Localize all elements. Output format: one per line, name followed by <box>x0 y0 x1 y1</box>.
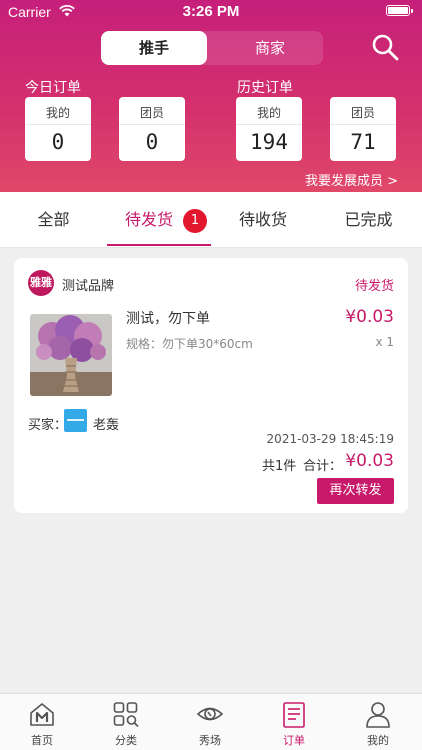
nav-category[interactable]: 分类 <box>84 694 168 750</box>
stat-value: 0 <box>51 130 65 154</box>
eye-icon <box>197 707 223 721</box>
nav-label: 订单 <box>283 734 305 747</box>
tab-completed[interactable]: 已完成 <box>315 192 422 248</box>
product-quantity: x 1 <box>375 335 394 349</box>
order-icon <box>283 702 305 728</box>
buyer-avatar <box>64 409 87 432</box>
role-segment: 推手 商家 <box>101 31 323 65</box>
nav-profile[interactable]: 我的 <box>336 694 420 750</box>
stat-label: 团员 <box>330 97 396 125</box>
category-icon <box>113 702 139 728</box>
battery-icon <box>386 5 413 16</box>
search-icon[interactable] <box>371 33 399 61</box>
order-tabs: 全部 待发货 待收货 已完成 <box>0 192 422 248</box>
today-orders-title: 今日订单 <box>25 80 81 96</box>
history-orders-title: 历史订单 <box>237 80 293 96</box>
total-label: 合计： <box>303 459 343 474</box>
history-mine-card[interactable]: 我的 194 <box>236 97 302 161</box>
bottom-nav: 首页 分类 秀场 订单 我的 <box>0 693 422 750</box>
segment-merchant[interactable]: 商家 <box>217 31 323 65</box>
profile-icon <box>366 702 390 728</box>
tab-pending-receipt[interactable]: 待收货 <box>211 192 315 248</box>
stat-label: 我的 <box>236 97 302 125</box>
segment-pusher[interactable]: 推手 <box>101 31 207 65</box>
stat-label: 团员 <box>119 97 185 125</box>
order-time: 2021-03-29 18:45:19 <box>266 432 394 446</box>
buyer-label: 买家： <box>28 418 68 433</box>
nav-label: 我的 <box>367 734 389 747</box>
tab-all[interactable]: 全部 <box>0 192 107 248</box>
stat-value: 194 <box>250 130 288 154</box>
stat-value: 0 <box>145 130 159 154</box>
status-time: 3:26 PM <box>182 3 240 20</box>
product-spec: 规格：勿下单30*60cm <box>126 337 253 351</box>
today-team-card[interactable]: 团员 0 <box>119 97 185 161</box>
history-team-card[interactable]: 团员 71 <box>330 97 396 161</box>
product-title: 测试，勿下单 <box>126 311 210 327</box>
home-icon <box>30 703 54 726</box>
pending-count-badge: 1 <box>183 209 207 233</box>
brand-logo: 雅雅 <box>28 270 54 296</box>
buyer-name: 老轰 <box>93 418 120 433</box>
nav-label: 首页 <box>31 734 53 747</box>
product-price: ¥0.03 <box>345 307 394 327</box>
total-price: ¥0.03 <box>345 451 394 471</box>
nav-showroom[interactable]: 秀场 <box>168 694 252 750</box>
product-image[interactable] <box>30 314 112 396</box>
stat-label: 我的 <box>25 97 91 125</box>
reship-button[interactable]: 再次转发 <box>317 478 394 504</box>
stat-value: 71 <box>350 130 376 154</box>
nav-orders[interactable]: 订单 <box>252 694 336 750</box>
develop-members-link[interactable]: 我要发展成员 > <box>305 170 398 189</box>
total-count: 共1件 <box>262 459 297 474</box>
nav-label: 分类 <box>115 734 137 747</box>
nav-home[interactable]: 首页 <box>0 694 84 750</box>
status-bar: Carrier 3:26 PM <box>0 0 422 24</box>
today-mine-card[interactable]: 我的 0 <box>25 97 91 161</box>
nav-label: 秀场 <box>199 734 221 747</box>
order-status: 待发货 <box>354 279 394 294</box>
header: Carrier 3:26 PM 推手 商家 今日订单 历史订单 我的 0 团员 … <box>0 0 422 192</box>
active-tab-indicator <box>107 244 211 246</box>
order-card[interactable]: 雅雅 测试品牌 待发货 测试，勿下单 规格：勿下单30*60cm ¥0.03 x… <box>14 258 408 513</box>
brand-name: 测试品牌 <box>62 279 115 294</box>
